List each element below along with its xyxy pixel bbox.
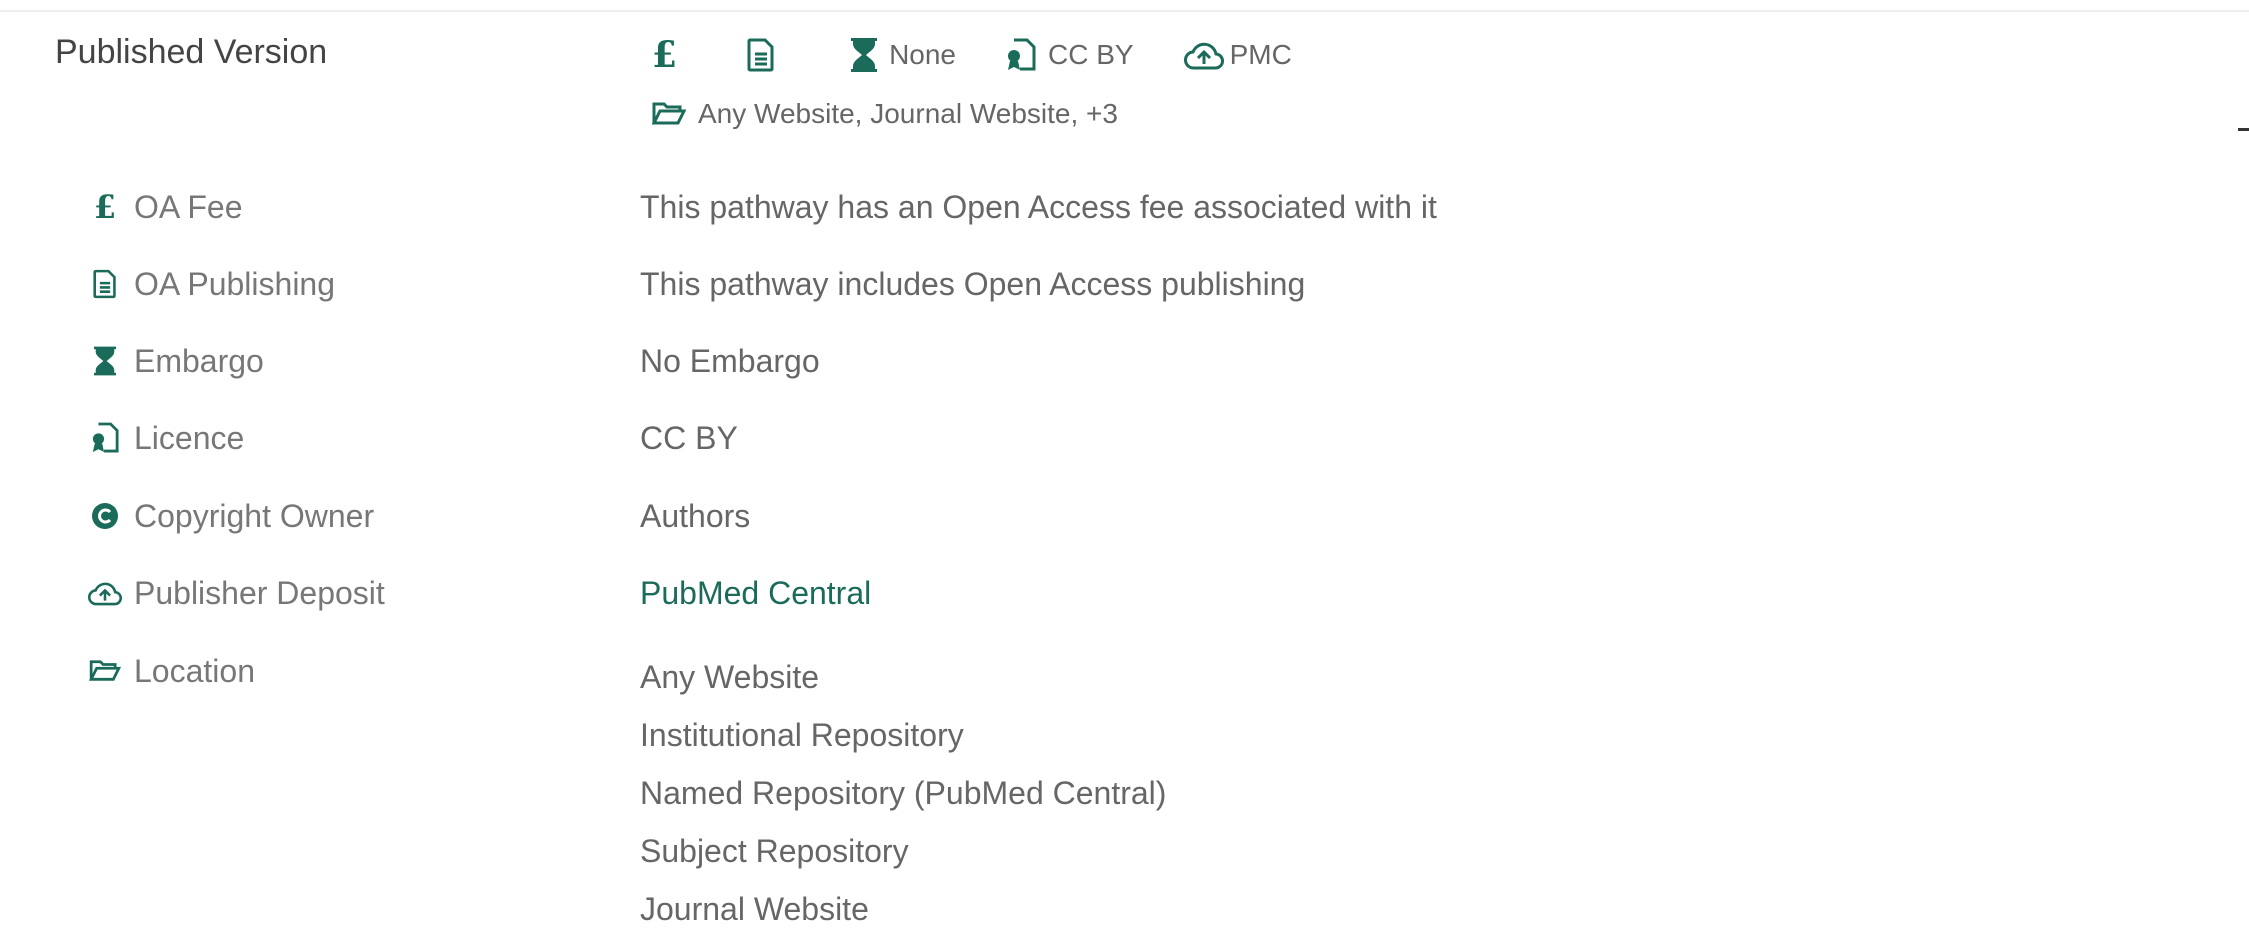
location-item: Institutional Repository (640, 717, 964, 753)
oa-publishing-value: This pathway includes Open Access publis… (640, 266, 1306, 302)
summary-licence-text: CC BY (1048, 39, 1134, 70)
summary-deposit: PMC (1183, 39, 1292, 71)
licence-icon (88, 422, 122, 454)
oa-publishing-label: OA Publishing (88, 261, 335, 307)
document-icon (747, 38, 775, 72)
copyright-label: Copyright Owner (88, 493, 374, 539)
summary-deposit-text: PMC (1229, 39, 1292, 70)
pound-icon: £ (93, 188, 117, 226)
oa-publishing-label-text: OA Publishing (134, 266, 336, 302)
location-list: Any Website Institutional Repository Nam… (640, 648, 1166, 938)
location-label-text: Location (134, 653, 255, 689)
copyright-value: Authors (640, 498, 751, 534)
location-item: Subject Repository (640, 833, 909, 869)
document-icon (88, 269, 122, 299)
location-item: Any Website (640, 659, 820, 695)
embargo-label: Embargo (88, 338, 264, 384)
embargo-label-text: Embargo (134, 343, 264, 379)
top-divider (0, 10, 2249, 12)
deposit-value-link[interactable]: PubMed Central (640, 570, 871, 616)
hourglass-icon (851, 38, 878, 72)
edge-marker (2238, 128, 2249, 131)
folder-open-icon (652, 101, 686, 127)
oa-fee-label: £ OA Fee (88, 184, 243, 230)
licence-icon (1006, 38, 1036, 72)
folder-open-icon (88, 659, 122, 683)
summary-fee: £ (652, 37, 677, 73)
location-item: Named Repository (PubMed Central) (640, 775, 1167, 811)
oa-fee-value: This pathway has an Open Access fee asso… (640, 189, 1437, 225)
deposit-label-text: Publisher Deposit (134, 575, 385, 611)
deposit-label: Publisher Deposit (88, 570, 385, 616)
cloud-upload-icon (88, 579, 122, 607)
summary-licence: CC BY (1006, 38, 1134, 72)
cloud-upload-icon (1183, 40, 1224, 70)
summary-location: Any Website, Journal Website, +3 (652, 94, 1118, 134)
licence-label-text: Licence (134, 420, 245, 456)
summary-row: £ None CC BY PMC (652, 30, 1322, 80)
licence-value: CC BY (640, 420, 738, 456)
copyright-icon (88, 501, 122, 531)
summary-embargo-text: None (889, 39, 956, 70)
licence-label: Licence (88, 415, 244, 461)
pound-icon: £ (652, 34, 678, 76)
section-title: Published Version (55, 33, 328, 71)
copyright-label-text: Copyright Owner (134, 498, 375, 534)
hourglass-icon (88, 346, 122, 376)
summary-location-text: Any Website, Journal Website, +3 (698, 98, 1118, 129)
oa-fee-label-text: OA Fee (134, 189, 243, 225)
summary-publishing (747, 38, 775, 72)
embargo-value: No Embargo (640, 343, 820, 379)
location-label: Location (88, 648, 255, 694)
summary-embargo: None (851, 38, 956, 72)
location-item: Journal Website (640, 891, 869, 927)
